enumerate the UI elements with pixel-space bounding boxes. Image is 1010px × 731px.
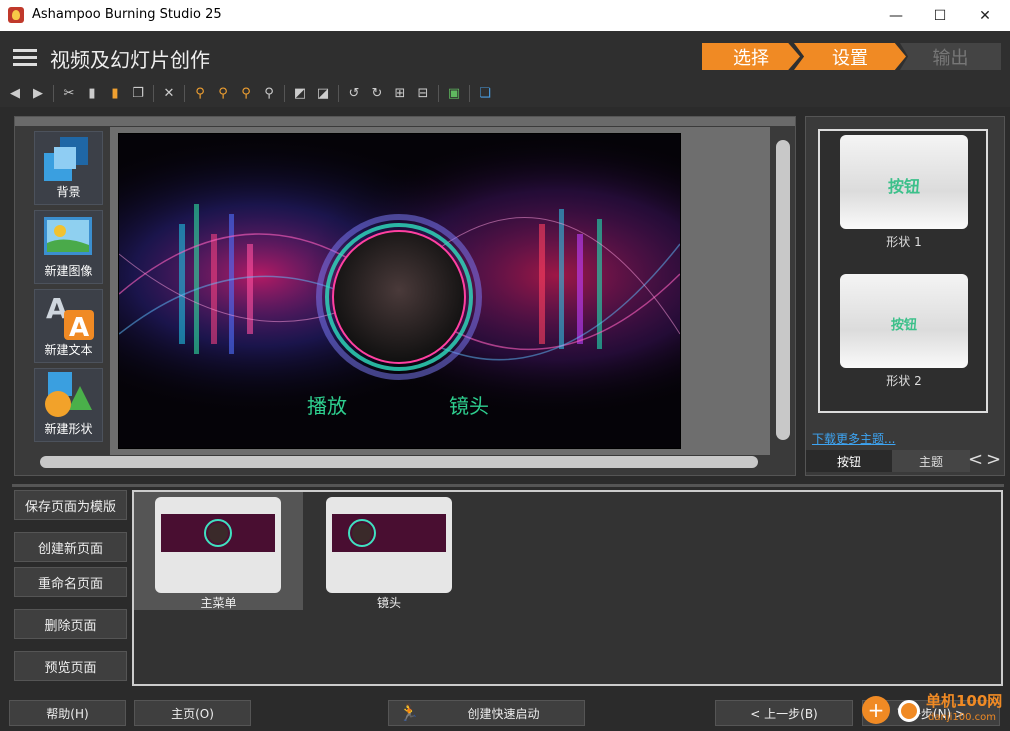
download-more-themes-link[interactable]: 下载更多主题... (812, 430, 895, 447)
home-button[interactable]: 主页(O) (134, 700, 251, 726)
preview-page-button[interactable]: 预览页面 (14, 651, 127, 681)
forward-icon[interactable]: ▶ (29, 84, 47, 102)
pane-splitter[interactable] (12, 484, 1004, 487)
runner-icon: 🏃 (399, 703, 419, 722)
tab-next-arrow-icon[interactable]: > (986, 449, 1001, 470)
plus-icon: + (862, 696, 890, 724)
hamburger-menu-icon[interactable] (13, 49, 37, 67)
tool-new-image-button[interactable]: 新建图像 (34, 210, 103, 284)
save-page-as-template-button[interactable]: 保存页面为模版 (14, 490, 127, 520)
toolbar: ◀ ▶ ✂ ▮ ▮ ❐ ✕ ⚲ ⚲ ⚲ ⚲ ◩ ◪ ↺ ↻ ⊞ ⊟ ▣ ❏ (0, 81, 1010, 107)
paste-icon[interactable]: ▮ (106, 84, 124, 102)
shape-item-1[interactable]: 按钮 (840, 135, 968, 229)
copy-icon[interactable]: ▮ (83, 84, 101, 102)
delete-icon[interactable]: ✕ (160, 84, 178, 102)
create-new-page-button[interactable]: 创建新页面 (14, 532, 127, 562)
align-icon[interactable]: ⊞ (391, 84, 409, 102)
back-icon[interactable]: ◀ (6, 84, 24, 102)
new-shape-icon (45, 372, 92, 417)
shape-label: 形状 2 (886, 374, 922, 388)
menu-preview-canvas[interactable]: 播放 镜头 (118, 133, 681, 449)
tool-new-text-button[interactable]: A A 新建文本 (34, 289, 103, 363)
close-button[interactable]: ✕ (962, 0, 1008, 31)
help-button[interactable]: 帮助(H) (9, 700, 126, 726)
rotate-right-icon[interactable]: ↻ (368, 84, 386, 102)
delete-page-button[interactable]: 删除页面 (14, 609, 127, 639)
tool-new-shape-button[interactable]: 新建形状 (34, 368, 103, 442)
shape-button-text: 按钮 (887, 177, 920, 196)
layers-icon[interactable]: ❏ (476, 84, 494, 102)
new-text-icon: A A (46, 292, 94, 340)
page-thumbnail-image (332, 514, 446, 552)
page-thumbnail-image (161, 514, 275, 552)
cut-icon[interactable]: ✂ (60, 84, 78, 102)
tab-buttons[interactable]: 按钮 (806, 450, 892, 472)
horizontal-scroll-thumb[interactable] (40, 456, 758, 468)
window-title: Ashampoo Burning Studio 25 (32, 7, 222, 22)
tab-themes[interactable]: 主题 (892, 450, 970, 472)
shape-button-text: 按钮 (890, 318, 917, 333)
app-header: 视频及幻灯片创作 选择 设置 输出 (0, 31, 1010, 81)
page-thumbnail-scenes[interactable] (326, 497, 452, 593)
zoom-fit-icon[interactable]: ⚲ (191, 84, 209, 102)
rename-page-button[interactable]: 重命名页面 (14, 567, 127, 597)
background-icon (44, 137, 88, 181)
step-select[interactable]: 选择 (702, 43, 800, 70)
tool-label: 新建文本 (44, 343, 93, 357)
svg-text:A: A (69, 313, 89, 340)
horizontal-ruler (15, 117, 795, 126)
zoom-reset-icon[interactable]: ⚲ (260, 84, 278, 102)
page-label: 主菜单 (200, 596, 237, 610)
duplicate-icon[interactable]: ❐ (129, 84, 147, 102)
bring-front-icon[interactable]: ◩ (291, 84, 309, 102)
quick-launch-label: 创建快速启动 (467, 706, 540, 721)
shape-item-2[interactable]: 按钮 (840, 274, 968, 368)
tool-label: 新建图像 (44, 264, 93, 278)
new-image-icon (44, 217, 92, 255)
image-icon[interactable]: ▣ (445, 84, 463, 102)
zoom-in-icon[interactable]: ⚲ (214, 84, 232, 102)
watermark-brand: 单机100网 (926, 692, 1003, 710)
preview-scenes-button[interactable]: 镜头 (449, 390, 489, 419)
preview-play-button[interactable]: 播放 (307, 390, 347, 419)
app-flame-icon (8, 7, 24, 23)
zoom-out-icon[interactable]: ⚲ (237, 84, 255, 102)
page-thumbnail-main-menu[interactable] (155, 497, 281, 593)
title-bar: Ashampoo Burning Studio 25 — ☐ ✕ (0, 0, 1010, 31)
preview-background-image (119, 134, 680, 448)
minimize-button[interactable]: — (873, 0, 919, 31)
page-label: 镜头 (376, 596, 401, 610)
tool-label: 背景 (56, 185, 81, 199)
previous-step-button[interactable]: < 上一步(B) (715, 700, 853, 726)
distribute-icon[interactable]: ⊟ (414, 84, 432, 102)
circle-icon (898, 700, 920, 722)
watermark-url: danji100.com (928, 712, 996, 723)
shape-label: 形状 1 (886, 235, 922, 249)
vertical-scroll-thumb[interactable] (776, 140, 790, 440)
rotate-left-icon[interactable]: ↺ (345, 84, 363, 102)
site-watermark: + 单机100网 danji100.com (862, 690, 1008, 730)
page-title: 视频及幻灯片创作 (50, 48, 210, 72)
maximize-button[interactable]: ☐ (917, 0, 963, 31)
step-settings[interactable]: 设置 (794, 43, 906, 70)
send-back-icon[interactable]: ◪ (314, 84, 332, 102)
step-output: 输出 (900, 43, 1001, 70)
tool-label: 新建形状 (44, 422, 93, 436)
tool-background-button[interactable]: 背景 (34, 131, 103, 205)
create-quick-launch-button[interactable]: 🏃 创建快速启动 (388, 700, 585, 726)
tab-prev-arrow-icon[interactable]: < (968, 449, 983, 470)
